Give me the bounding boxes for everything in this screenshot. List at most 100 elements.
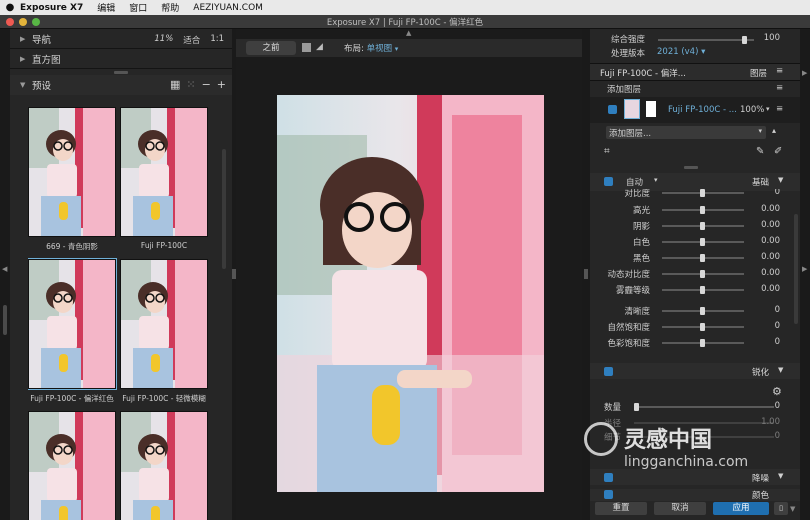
collapse-top-icon[interactable]: ▲ bbox=[406, 29, 411, 37]
left-scroll-handle[interactable] bbox=[3, 305, 7, 335]
apple-icon[interactable]: ● bbox=[0, 2, 20, 13]
layers-menu-icon[interactable]: ≡ bbox=[776, 66, 783, 76]
apply-button[interactable]: 应用 bbox=[713, 502, 769, 515]
gear-icon[interactable]: ⚙ bbox=[772, 385, 782, 398]
panel-grip[interactable] bbox=[114, 71, 128, 74]
adjustment-knob[interactable] bbox=[700, 307, 705, 315]
adjustment-knob[interactable] bbox=[700, 222, 705, 230]
sharpen-enable-icon[interactable] bbox=[604, 367, 613, 376]
center-canvas: ▲ 之前 ◢ 布局: 单视图 ▾ bbox=[236, 29, 582, 520]
denoise-header[interactable]: 降噪 ▼ bbox=[590, 469, 800, 485]
navigator-section[interactable]: ▶ 导航 11% 适合 1:1 bbox=[10, 29, 232, 49]
adjustment-value: 0.00 bbox=[761, 252, 780, 262]
main-photo[interactable] bbox=[277, 95, 544, 492]
preset-thumbnail-image bbox=[28, 258, 117, 390]
overall-strength-label: 综合强度 bbox=[611, 35, 646, 45]
right-splitter-handle[interactable] bbox=[584, 269, 588, 279]
cancel-button[interactable]: 取消 bbox=[654, 502, 706, 515]
before-button[interactable]: 之前 bbox=[246, 41, 296, 55]
color-header[interactable]: 颜色 bbox=[590, 489, 800, 501]
basic-enable-icon[interactable] bbox=[604, 177, 613, 186]
collapse-icon[interactable]: ▼ bbox=[778, 366, 783, 374]
adjustment-knob[interactable] bbox=[700, 323, 705, 331]
window-titlebar: Exposure X7 | Fuji FP-100C - 偏洋红色 bbox=[0, 15, 810, 29]
amount-label: 数量 bbox=[604, 403, 622, 413]
menu-edit[interactable]: 编辑 bbox=[97, 1, 115, 14]
layer-opacity[interactable]: 100% bbox=[740, 105, 764, 115]
preset-thumbnail[interactable]: 669 - 青色阴影 bbox=[28, 107, 116, 252]
overall-strength-knob[interactable] bbox=[742, 36, 747, 44]
brush-icon[interactable]: ✎ bbox=[756, 146, 764, 157]
crop-icon[interactable]: ⌗ bbox=[604, 146, 610, 157]
expand-bottom-icon[interactable]: ▼ bbox=[790, 505, 795, 513]
collapse-right-icon[interactable]: ▶ bbox=[802, 265, 807, 273]
zoom-1to1-button[interactable]: 1:1 bbox=[210, 34, 224, 46]
layer-item-menu-icon[interactable]: ≡ bbox=[776, 104, 783, 114]
expand-icon: ▶ bbox=[20, 34, 26, 43]
zoom-fit-button[interactable]: 适合 bbox=[183, 34, 200, 46]
overall-strength-slider[interactable] bbox=[658, 39, 754, 41]
adjustment-row: 自然饱和度 0 bbox=[590, 321, 800, 333]
preset-thumbnail[interactable]: Fuji FP-100C - 偏洋红色 bbox=[28, 258, 117, 404]
adjustment-value: 0.00 bbox=[761, 220, 780, 230]
preset-thumbnail[interactable]: Fuji FP-100C bbox=[120, 107, 208, 250]
add-layer-dropdown-row: 添加图层... ▾ ▴ bbox=[590, 126, 800, 140]
panel-toggle-icon[interactable]: ▯ bbox=[774, 502, 788, 515]
layer-visible-icon[interactable] bbox=[608, 105, 617, 114]
preset-thumbnail[interactable]: Fuji FP-100C - 轻微模糊 bbox=[120, 259, 208, 404]
panel-grip[interactable] bbox=[684, 166, 698, 169]
adjustment-label: 阴影 bbox=[632, 222, 650, 232]
radius-value: 1.00 bbox=[761, 417, 780, 427]
right-splitter bbox=[582, 29, 590, 520]
adjustment-knob[interactable] bbox=[700, 189, 705, 197]
detail-slider[interactable] bbox=[634, 436, 774, 438]
radius-label: 半径 bbox=[604, 419, 622, 429]
layout-select[interactable]: 布局: 单视图 ▾ bbox=[344, 42, 398, 54]
zoom-percent: 11% bbox=[154, 34, 174, 44]
collapse-right-top-icon[interactable]: ▶ bbox=[802, 69, 807, 77]
sharpen-header[interactable]: 锐化 ▼ bbox=[590, 363, 800, 379]
radius-slider[interactable] bbox=[634, 422, 774, 424]
adjustment-knob[interactable] bbox=[700, 206, 705, 214]
preset-scrollbar[interactable] bbox=[222, 149, 226, 269]
add-layer-menu-icon[interactable]: ≡ bbox=[776, 83, 783, 93]
grid-view-icon[interactable]: ▦ bbox=[170, 78, 180, 91]
amount-knob[interactable] bbox=[634, 403, 639, 411]
adjustment-knob[interactable] bbox=[700, 286, 705, 294]
preset-thumbnail-label: Fuji FP-100C - 轻微模糊 bbox=[122, 394, 206, 403]
menu-app[interactable]: Exposure X7 bbox=[20, 3, 83, 13]
collapse-left-icon[interactable]: ◀ bbox=[2, 265, 7, 273]
collapse-icon[interactable]: ▼ bbox=[778, 472, 783, 480]
expand-icon: ▶ bbox=[20, 54, 26, 63]
process-version-row: 处理版本 2021 (v4) ▾ bbox=[590, 47, 800, 61]
compare-split-icon[interactable]: ◢ bbox=[316, 42, 323, 52]
process-version-select[interactable]: 2021 (v4) ▾ bbox=[657, 47, 705, 57]
layer-item[interactable]: Fuji FP-100C - ... 100% ▾ ≡ bbox=[590, 97, 800, 123]
denoise-enable-icon[interactable] bbox=[604, 473, 613, 482]
adjustment-knob[interactable] bbox=[700, 238, 705, 246]
compact-view-icon[interactable]: ⁙ bbox=[186, 78, 195, 91]
add-preset-icon[interactable]: + bbox=[217, 78, 226, 91]
paint-icon[interactable]: ✐ bbox=[774, 146, 782, 157]
menu-window[interactable]: 窗口 bbox=[129, 1, 147, 14]
remove-preset-icon[interactable]: − bbox=[202, 78, 211, 91]
adjustment-row: 色彩饱和度 0 bbox=[590, 337, 800, 349]
preset-thumbnail[interactable] bbox=[120, 411, 208, 520]
auto-button[interactable]: 自动 bbox=[626, 176, 643, 188]
adjustment-knob[interactable] bbox=[700, 270, 705, 278]
histogram-section[interactable]: ▶ 直方图 bbox=[10, 49, 232, 69]
menu-help[interactable]: 帮助 bbox=[161, 1, 179, 14]
color-enable-icon[interactable] bbox=[604, 490, 613, 499]
compare-square-icon[interactable] bbox=[302, 43, 311, 52]
collapse-icon[interactable]: ▼ bbox=[778, 176, 783, 184]
amount-slider[interactable] bbox=[634, 406, 774, 408]
preset-thumbnail[interactable] bbox=[28, 411, 116, 520]
adjustment-knob[interactable] bbox=[700, 254, 705, 262]
right-scrollbar[interactable] bbox=[794, 214, 798, 324]
adjustment-row: 动态对比度 0.00 bbox=[590, 268, 800, 280]
dropdown-scroll-icon[interactable]: ▴ bbox=[772, 126, 776, 135]
reset-button[interactable]: 重置 bbox=[595, 502, 647, 515]
adjustment-knob[interactable] bbox=[700, 339, 705, 347]
presets-header[interactable]: ▼ 预设 ▦ ⁙ − + bbox=[10, 75, 232, 95]
add-layer-dropdown[interactable]: 添加图层... ▾ bbox=[606, 126, 766, 139]
